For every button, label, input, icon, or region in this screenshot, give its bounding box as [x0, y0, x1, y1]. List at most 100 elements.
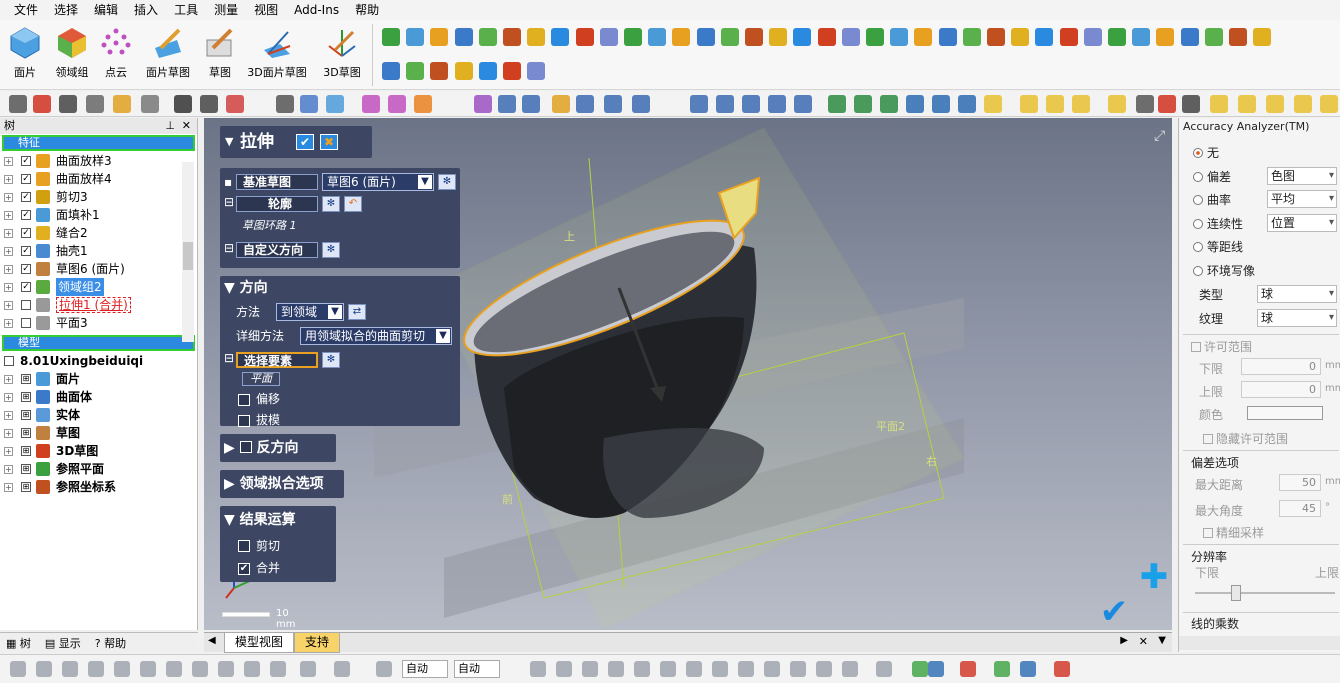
- model-viewport[interactable]: 上 前 右 平面2 ✚ ✔ Z ⤢ ▼ 拉伸 ✔ ✖ ▪ 基准草图 草图6 (面…: [204, 118, 1172, 630]
- toolbar-tool-icon[interactable]: [1182, 95, 1200, 113]
- toolbar-tool-icon[interactable]: [326, 95, 344, 113]
- model-section-header[interactable]: 模型: [2, 335, 195, 351]
- toolbar-tool-icon[interactable]: [1072, 95, 1090, 113]
- status-tool-icon[interactable]: [582, 661, 598, 677]
- result-header[interactable]: ▼ 结果运算: [224, 510, 296, 530]
- toolbar-tool-icon[interactable]: [984, 95, 1002, 113]
- ok-overlay-icon[interactable]: ✔: [1100, 592, 1129, 630]
- toolbar-tool-icon[interactable]: [59, 95, 77, 113]
- ribbon-tool-icon[interactable]: [527, 62, 546, 80]
- toolbar-tool-icon[interactable]: [604, 95, 622, 113]
- feature-item[interactable]: + ✓ 抽壳1: [0, 242, 197, 260]
- status-tool-icon[interactable]: [270, 661, 286, 677]
- feature-visibility-checkbox[interactable]: ✓: [21, 174, 31, 184]
- base-sketch-clear-button[interactable]: ✻: [438, 174, 456, 190]
- model-item[interactable]: + ⊞ 草图: [0, 424, 197, 442]
- fine-sampling-toggle[interactable]: 精细采样: [1203, 524, 1264, 541]
- toolbar-tool-icon[interactable]: [388, 95, 406, 113]
- menu-tools[interactable]: 工具: [166, 0, 206, 20]
- ribbon-tool-icon[interactable]: [769, 28, 788, 46]
- texture-select[interactable]: 球: [1257, 309, 1337, 327]
- expand-icon[interactable]: +: [4, 247, 13, 256]
- ribbon-tool-icon[interactable]: [527, 28, 546, 46]
- ribbon-tool-icon[interactable]: [599, 28, 618, 46]
- status-tool-icon[interactable]: [764, 661, 780, 677]
- expand-icon[interactable]: +: [4, 283, 13, 292]
- ribbon-tool-icon[interactable]: [745, 28, 763, 46]
- ribbon-tool-icon[interactable]: [1083, 28, 1102, 46]
- toolbar-tool-icon[interactable]: [576, 95, 594, 113]
- pin-icon[interactable]: ⊥: [165, 118, 175, 134]
- mesh-sketch-button[interactable]: 面片草图: [142, 26, 194, 80]
- ribbon-tool-icon[interactable]: [720, 28, 739, 46]
- model-visibility-checkbox[interactable]: ⊞: [21, 482, 31, 492]
- feature-item[interactable]: + ✓ 曲面放样3: [0, 152, 197, 170]
- features-section-header[interactable]: 特征: [2, 135, 195, 151]
- ribbon-tool-icon[interactable]: [890, 28, 909, 46]
- ribbon-tool-icon[interactable]: [1156, 28, 1175, 46]
- status-tool-icon[interactable]: [634, 661, 650, 677]
- feature-item[interactable]: + ✓ 面填补1: [0, 206, 197, 224]
- ribbon-tool-icon[interactable]: [1132, 28, 1151, 46]
- ribbon-tool-icon[interactable]: [1011, 28, 1030, 46]
- tab-scroll-left-icon[interactable]: ◀: [208, 635, 216, 646]
- ribbon-tool-icon[interactable]: [696, 28, 715, 46]
- feature-item[interactable]: + 拉伸1 (合并): [0, 296, 197, 314]
- ribbon-tool-icon[interactable]: [430, 28, 449, 46]
- toolbar-tool-icon[interactable]: [1294, 95, 1312, 113]
- ribbon-tool-icon[interactable]: [430, 62, 449, 80]
- profile-item[interactable]: 草图环路 1: [242, 216, 297, 236]
- auto-select-2[interactable]: 自动: [454, 660, 500, 678]
- ribbon-tool-icon[interactable]: [503, 28, 521, 46]
- method-select[interactable]: 到领域 ▼: [276, 303, 344, 321]
- expand-icon[interactable]: +: [4, 429, 13, 438]
- toolbar-tool-icon[interactable]: [9, 95, 27, 113]
- ribbon-tool-icon[interactable]: [406, 28, 425, 46]
- resolution-slider-thumb[interactable]: [1231, 585, 1241, 601]
- status-tool-icon[interactable]: [960, 661, 976, 677]
- chevron-down-icon[interactable]: ▼: [436, 329, 450, 343]
- ribbon-tool-icon[interactable]: [1253, 28, 1272, 46]
- menu-edit[interactable]: 编辑: [86, 0, 126, 20]
- analyzer-option-radio[interactable]: 环境写像: [1193, 262, 1255, 279]
- toolbar-tool-icon[interactable]: [113, 95, 131, 113]
- menu-insert[interactable]: 插入: [126, 0, 166, 20]
- select-elem-clear-button[interactable]: ✻: [322, 352, 340, 368]
- feature-visibility-checkbox[interactable]: ✓: [21, 264, 31, 274]
- ribbon-tool-icon[interactable]: [454, 62, 473, 80]
- toolbar-tool-icon[interactable]: [1210, 95, 1228, 113]
- model-item[interactable]: + ⊞ 参照坐标系: [0, 478, 197, 496]
- ribbon-tool-icon[interactable]: [1180, 28, 1199, 46]
- model-item[interactable]: + ⊞ 面片: [0, 370, 197, 388]
- ribbon-tool-icon[interactable]: [1108, 28, 1126, 46]
- status-tool-icon[interactable]: [876, 661, 892, 677]
- expand-icon[interactable]: +: [4, 465, 13, 474]
- status-tool-icon[interactable]: [842, 661, 858, 677]
- status-tool-icon[interactable]: [376, 661, 392, 677]
- color-swatch[interactable]: [1247, 406, 1323, 420]
- toolbar-tool-icon[interactable]: [414, 95, 432, 113]
- draft-checkbox[interactable]: [238, 415, 250, 427]
- expand-icon[interactable]: +: [4, 319, 13, 328]
- status-tool-icon[interactable]: [530, 661, 546, 677]
- cut-checkbox[interactable]: [238, 540, 250, 552]
- model-visibility-checkbox[interactable]: ⊞: [21, 446, 31, 456]
- ribbon-tool-icon[interactable]: [817, 28, 836, 46]
- status-tool-icon[interactable]: [660, 661, 676, 677]
- maximize-icon[interactable]: ⤢: [1154, 128, 1165, 144]
- expand-icon[interactable]: +: [4, 229, 13, 238]
- status-tool-icon[interactable]: [334, 661, 350, 677]
- toolbar-tool-icon[interactable]: [200, 95, 218, 113]
- tab-tree[interactable]: ▦ 树: [6, 635, 31, 651]
- selected-element-item[interactable]: 平面: [242, 372, 280, 386]
- feature-item[interactable]: + ✓ 草图6 (面片): [0, 260, 197, 278]
- ribbon-tool-icon[interactable]: [987, 28, 1005, 46]
- tolerance-toggle[interactable]: 许可范围: [1191, 338, 1252, 355]
- status-tool-icon[interactable]: [556, 661, 572, 677]
- feature-visibility-checkbox[interactable]: ✓: [21, 246, 31, 256]
- mesh-button[interactable]: 面片: [5, 26, 45, 80]
- status-tool-icon[interactable]: [114, 661, 130, 677]
- chevron-down-icon[interactable]: ▼: [418, 175, 432, 189]
- 3d-sketch-button[interactable]: 3D草图: [320, 26, 364, 80]
- toolbar-tool-icon[interactable]: [174, 95, 192, 113]
